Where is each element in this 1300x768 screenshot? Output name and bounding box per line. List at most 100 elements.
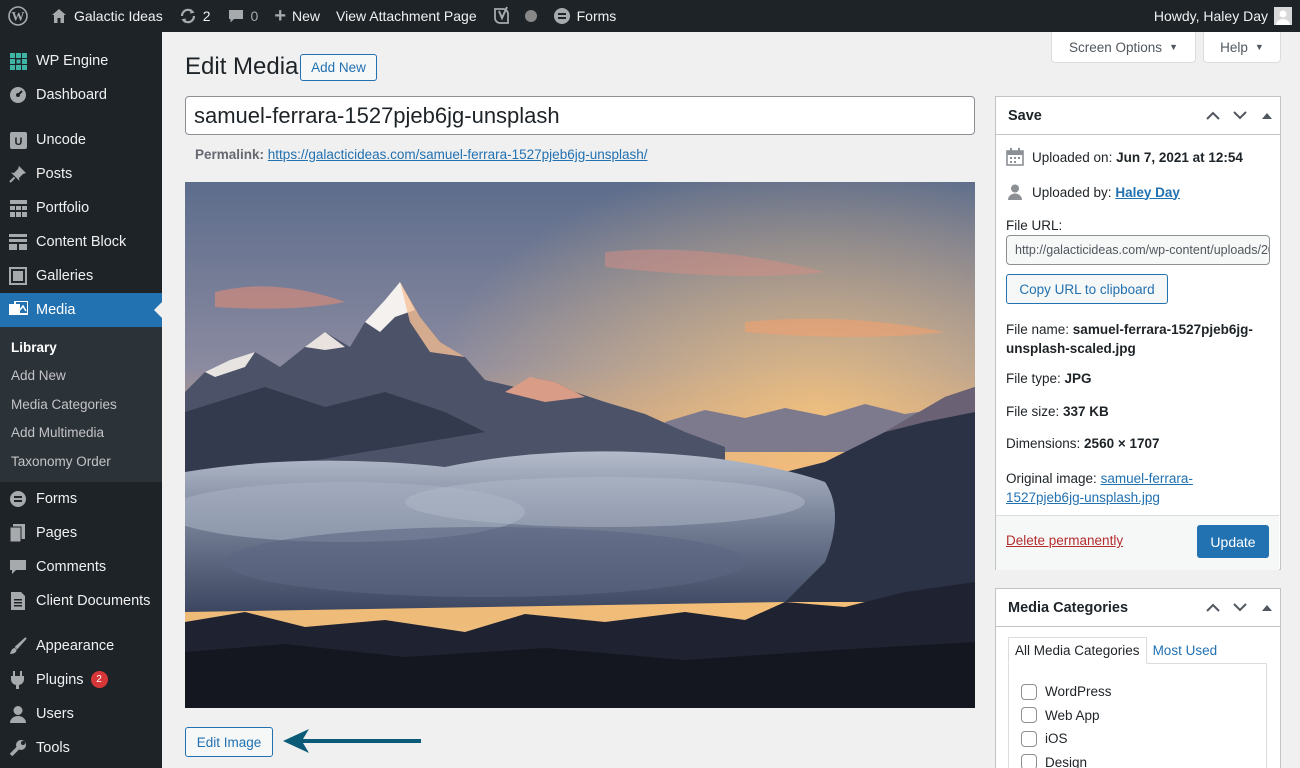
delete-permanently-link[interactable]: Delete permanently	[1006, 533, 1123, 548]
menu-uncode[interactable]: U Uncode	[0, 123, 162, 157]
new-content-menu[interactable]: + New	[266, 0, 328, 32]
menu-pages[interactable]: Pages	[0, 516, 162, 550]
menu-posts[interactable]: Posts	[0, 157, 162, 191]
add-new-button[interactable]: Add New	[300, 54, 377, 81]
uploaded-on-value: Jun 7, 2021 at 12:54	[1116, 149, 1243, 165]
category-item[interactable]: WordPress	[1009, 680, 1266, 704]
howdy-text: Howdy, Haley Day	[1153, 8, 1268, 24]
new-label: New	[292, 8, 321, 24]
collapse-toggle-icon[interactable]	[1253, 97, 1280, 135]
file-name-row: File name: samuel-ferrara-1527pjeb6jg- u…	[1006, 320, 1253, 358]
page-title: Edit Media	[185, 53, 299, 80]
wp-logo-menu[interactable]: W	[0, 0, 42, 32]
avatar	[1274, 7, 1292, 25]
original-image-label: Original image:	[1006, 471, 1097, 486]
updates-menu[interactable]: 2	[171, 0, 219, 32]
move-up-icon[interactable]	[1199, 589, 1226, 627]
menu-plugins[interactable]: Plugins 2	[0, 663, 162, 697]
plus-icon: +	[274, 4, 286, 27]
checkbox[interactable]	[1021, 754, 1037, 768]
category-item[interactable]: Web App	[1009, 704, 1266, 728]
submenu-add-multimedia[interactable]: Add Multimedia	[0, 419, 162, 448]
submenu-taxonomy-order[interactable]: Taxonomy Order	[0, 447, 162, 476]
category-item[interactable]: iOS	[1009, 727, 1266, 751]
home-icon	[50, 7, 68, 25]
category-label: WordPress	[1045, 684, 1112, 700]
file-name-label: File name:	[1006, 322, 1070, 337]
comments-menu[interactable]: 0	[219, 0, 267, 32]
site-name-menu[interactable]: Galactic Ideas	[42, 0, 171, 32]
update-button[interactable]: Update	[1197, 525, 1269, 558]
wordpress-logo-icon: W	[8, 6, 28, 26]
menu-wp-engine[interactable]: WP Engine	[0, 44, 162, 78]
permalink-link[interactable]: https://galacticideas.com/samuel-ferrara…	[268, 147, 648, 162]
menu-label: Dashboard	[36, 87, 107, 103]
tab-all-media-categories[interactable]: All Media Categories	[1008, 637, 1147, 664]
menu-client-documents[interactable]: Client Documents	[0, 584, 162, 618]
menu-label: Media	[36, 302, 76, 318]
move-up-icon[interactable]	[1199, 97, 1226, 135]
original-image-link[interactable]: samuel-ferrara-	[1101, 471, 1193, 486]
updates-icon	[179, 7, 197, 25]
updates-count: 2	[202, 8, 211, 24]
menu-content-block[interactable]: Content Block	[0, 225, 162, 259]
category-item[interactable]: Design	[1009, 751, 1266, 768]
menu-label: WP Engine	[36, 53, 109, 69]
menu-galleries[interactable]: Galleries	[0, 259, 162, 293]
screen-options-toggle[interactable]: Screen Options ▼	[1051, 32, 1196, 63]
category-label: Design	[1045, 754, 1088, 768]
uploaded-by-link[interactable]: Haley Day	[1115, 185, 1180, 200]
caret-down-icon: ▼	[1169, 42, 1178, 52]
menu-appearance[interactable]: Appearance	[0, 629, 162, 663]
menu-users[interactable]: Users	[0, 697, 162, 731]
wp-engine-icon	[8, 51, 28, 71]
save-metabox-title: Save	[1008, 107, 1042, 124]
uncode-icon: U	[8, 130, 28, 150]
file-url-input[interactable]: http://galacticideas.com/wp-content/uplo…	[1006, 235, 1270, 265]
menu-dashboard[interactable]: Dashboard	[0, 78, 162, 112]
my-account-menu[interactable]: Howdy, Haley Day	[1154, 0, 1300, 32]
uploaded-by-row: Uploaded by: Haley Day	[1006, 183, 1180, 201]
menu-label: Portfolio	[36, 200, 90, 216]
comment-icon	[8, 557, 28, 577]
menu-label: Forms	[36, 490, 78, 507]
submenu-add-new[interactable]: Add New	[0, 362, 162, 391]
tab-most-used[interactable]: Most Used	[1147, 637, 1224, 664]
title-input[interactable]: samuel-ferrara-1527pjeb6jg-unsplash	[185, 96, 975, 135]
submenu-library[interactable]: Library	[0, 333, 162, 362]
move-down-icon[interactable]	[1226, 589, 1253, 627]
permalink: Permalink: https://galacticideas.com/sam…	[195, 147, 648, 162]
original-image-link-cont[interactable]: 1527pjeb6jg-unsplash.jpg	[1006, 490, 1160, 505]
move-down-icon[interactable]	[1226, 97, 1253, 135]
save-actions: Delete permanently Update	[996, 515, 1279, 570]
help-label: Help	[1220, 39, 1248, 55]
plugins-update-badge: 2	[90, 671, 108, 688]
admin-sidebar: WP Engine Dashboard U Uncode Posts Portf…	[0, 32, 162, 768]
collapse-toggle-icon[interactable]	[1253, 589, 1280, 627]
checkbox[interactable]	[1021, 707, 1037, 724]
uploaded-on-row: Uploaded on: Jun 7, 2021 at 12:54	[1006, 148, 1243, 166]
yoast-menu[interactable]	[485, 0, 545, 32]
edit-image-button[interactable]: Edit Image	[185, 727, 273, 757]
checkbox[interactable]	[1021, 683, 1037, 700]
checkbox[interactable]	[1021, 730, 1037, 747]
file-type-row: File type: JPG	[1006, 371, 1092, 386]
menu-forms[interactable]: Forms	[0, 482, 162, 516]
file-type-label: File type:	[1006, 371, 1061, 386]
layout-icon	[8, 232, 28, 252]
copy-url-button[interactable]: Copy URL to clipboard	[1006, 274, 1168, 304]
seo-status-dot-icon	[524, 10, 537, 22]
view-attachment-link[interactable]: View Attachment Page	[328, 0, 485, 32]
menu-tools[interactable]: Tools	[0, 731, 162, 765]
svg-text:U: U	[14, 136, 22, 148]
menu-portfolio[interactable]: Portfolio	[0, 191, 162, 225]
yoast-icon	[493, 6, 511, 26]
original-image-row: Original image: samuel-ferrara- 1527pjeb…	[1006, 469, 1193, 507]
attachment-image	[185, 182, 975, 708]
help-toggle[interactable]: Help ▼	[1203, 32, 1281, 63]
forms-menu[interactable]: Forms	[545, 0, 625, 32]
menu-comments[interactable]: Comments	[0, 550, 162, 584]
media-categories-metabox: Media Categories All Media Categories Mo…	[995, 588, 1281, 768]
menu-media[interactable]: Media	[0, 293, 162, 327]
submenu-media-categories[interactable]: Media Categories	[0, 390, 162, 419]
